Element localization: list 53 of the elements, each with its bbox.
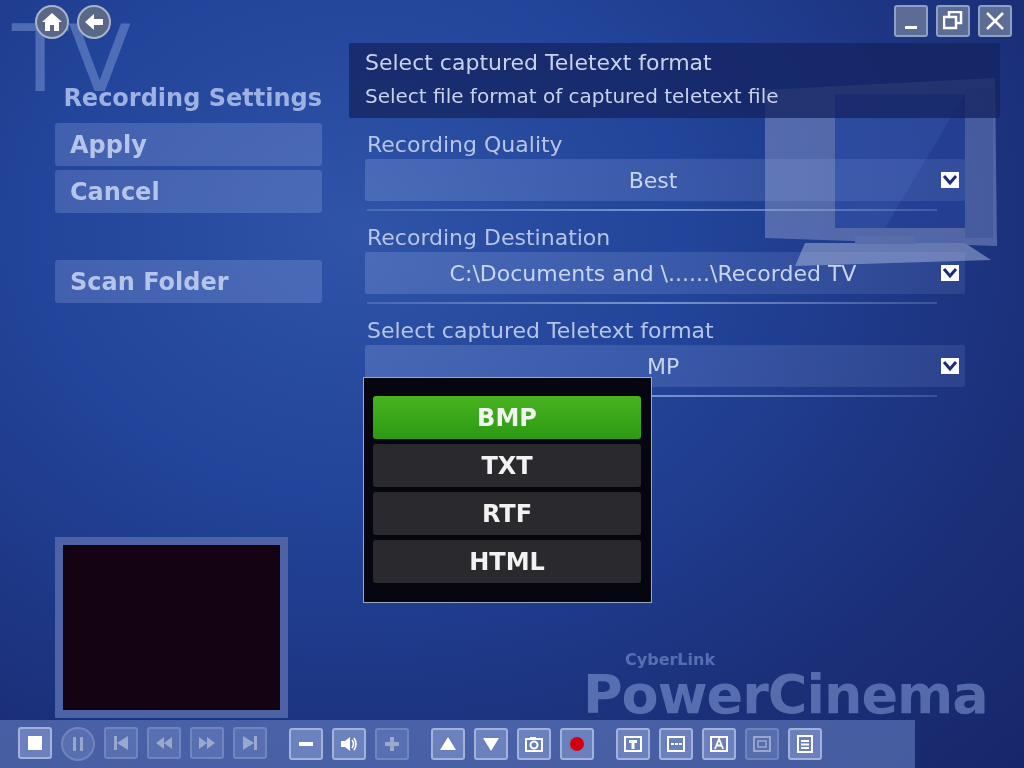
dropdown-caret-icon <box>941 265 959 281</box>
minimize-button[interactable] <box>894 5 928 37</box>
plus-icon <box>383 735 401 753</box>
toolbar-button[interactable] <box>560 728 594 760</box>
brand-logo-text: PowerCinema <box>583 668 988 722</box>
dropdown-option[interactable]: BMP <box>373 396 641 439</box>
speaker-icon <box>340 735 358 753</box>
rewind-icon <box>155 734 173 752</box>
record-icon <box>568 735 586 753</box>
toolbar-button[interactable] <box>431 728 465 760</box>
camera-icon <box>525 735 543 753</box>
teletext-icon <box>624 735 642 753</box>
setting-label: Recording Quality <box>367 131 564 159</box>
toolbar-button[interactable] <box>18 727 52 759</box>
close-button[interactable] <box>978 5 1012 37</box>
toolbar-button[interactable] <box>659 728 693 760</box>
dropdown-option[interactable]: TXT <box>373 444 641 487</box>
info-title: Select captured Teletext format <box>365 49 713 77</box>
dropdown-caret-icon <box>941 172 959 188</box>
setting-label: Select captured Teletext format <box>367 317 715 345</box>
close-icon <box>985 11 1005 31</box>
dropdown-option[interactable]: RTF <box>373 492 641 535</box>
minus-icon <box>299 742 313 746</box>
dropdown-option[interactable]: HTML <box>373 540 641 583</box>
list-icon <box>796 735 814 753</box>
dropdown-field[interactable]: C:\Documents and \......\Recorded TV <box>365 252 965 294</box>
toolbar-button[interactable] <box>788 728 822 760</box>
info-description: Select file format of captured teletext file <box>365 83 780 110</box>
down-arrow-icon <box>482 735 500 753</box>
menu-button[interactable]: Scan Folder <box>55 260 322 303</box>
caption-icon <box>710 735 728 753</box>
menu-button[interactable]: Cancel <box>55 170 322 213</box>
menu-button[interactable]: Apply <box>55 123 322 166</box>
toolbar-button[interactable] <box>474 728 508 760</box>
setting-label: Recording Destination <box>367 224 612 252</box>
toolbar-button[interactable] <box>702 728 736 760</box>
subtitles-icon <box>667 735 685 753</box>
fast-forward-icon <box>198 734 216 752</box>
toolbar-button[interactable] <box>289 728 323 760</box>
up-arrow-icon <box>439 735 457 753</box>
stop-icon <box>26 734 44 752</box>
picture-in-picture-icon <box>753 735 771 753</box>
toolbar-button[interactable] <box>616 728 650 760</box>
restore-icon <box>943 11 963 31</box>
brand-name: CyberLink <box>625 652 717 668</box>
skip-forward-icon <box>241 734 259 752</box>
minimize-icon <box>905 26 917 29</box>
skip-back-icon <box>112 734 130 752</box>
restore-button[interactable] <box>936 5 970 37</box>
dropdown-field[interactable]: Best <box>365 159 965 201</box>
dropdown-caret-icon <box>941 358 959 374</box>
toolbar-button[interactable] <box>332 728 366 760</box>
toolbar-button[interactable] <box>517 728 551 760</box>
